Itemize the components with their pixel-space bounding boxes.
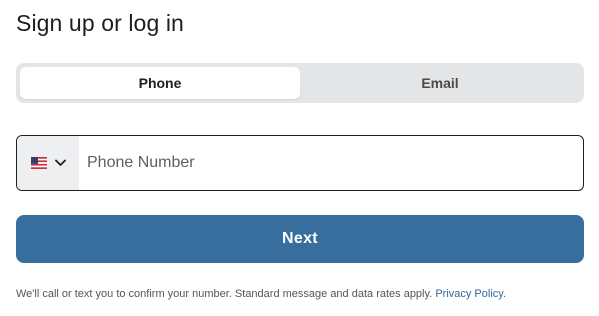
phone-field (16, 135, 584, 191)
disclaimer-body: We'll call or text you to confirm your n… (16, 288, 433, 300)
tab-email[interactable]: Email (300, 67, 580, 99)
login-page: Sign up or log in Phone Email Next We'll… (0, 0, 599, 316)
page-title: Sign up or log in (16, 10, 184, 36)
privacy-policy-link[interactable]: Privacy Policy. (435, 288, 506, 300)
login-method-tabs: Phone Email (16, 63, 584, 103)
next-button[interactable]: Next (16, 215, 584, 263)
tab-phone[interactable]: Phone (20, 67, 300, 99)
us-flag-icon (30, 157, 47, 169)
chevron-down-icon (54, 159, 66, 166)
country-code-select[interactable] (17, 136, 79, 190)
disclaimer-text: We'll call or text you to confirm your n… (16, 288, 506, 300)
phone-number-input[interactable] (79, 136, 583, 190)
